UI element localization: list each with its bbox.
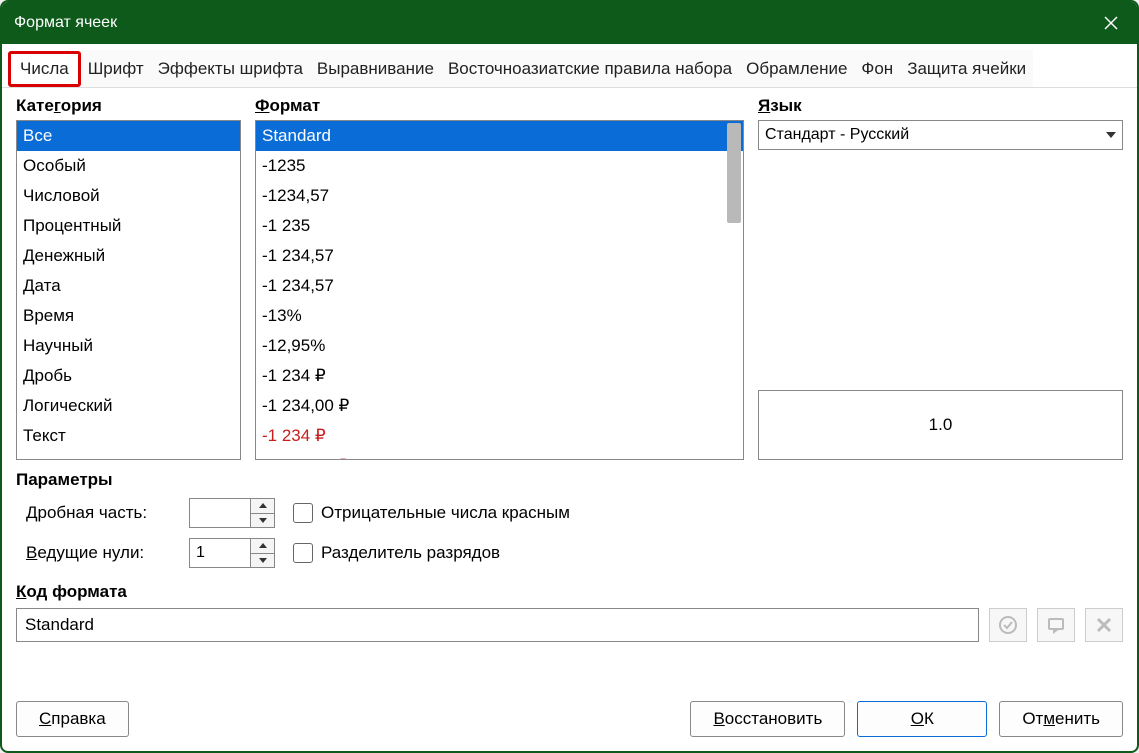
format-item[interactable]: -1235 [256,151,743,181]
leading-input[interactable] [190,539,250,567]
category-listbox[interactable]: ВсеОсобыйЧисловойПроцентныйДенежныйДатаВ… [16,120,241,460]
format-item[interactable]: -1 234,00 ₽ [256,391,743,421]
category-item[interactable]: Текст [17,421,240,451]
thousands-sep-option[interactable]: Разделитель разрядов [293,543,500,563]
titlebar-title: Формат ячеек [14,14,117,32]
category-label: Категория [16,96,241,116]
decimal-spinner[interactable] [189,498,275,528]
tab-3[interactable]: Выравнивание [310,50,441,87]
format-item[interactable]: -1 234,57 [256,271,743,301]
format-code-input[interactable] [16,608,979,642]
language-label: Язык [758,96,1123,116]
category-item[interactable]: Особый [17,151,240,181]
format-listbox[interactable]: Standard-1235-1234,57-1 235-1 234,57-1 2… [255,120,744,460]
tabs-bar: ЧислаШрифтЭффекты шрифтаВыравниваниеВост… [2,44,1137,88]
format-column: Формат Standard-1235-1234,57-1 235-1 234… [255,96,744,460]
leading-spinner[interactable] [189,538,275,568]
tab-5[interactable]: Обрамление [739,50,854,87]
format-item[interactable]: -1 234,57 [256,241,743,271]
format-item[interactable]: -1 234 ₽ [256,421,743,451]
category-item[interactable]: Денежный [17,241,240,271]
category-item[interactable]: Процентный [17,211,240,241]
negative-red-option[interactable]: Отрицательные числа красным [293,503,570,523]
format-item[interactable]: -1 234,00 ₽ [256,451,743,460]
titlebar: Формат ячеек [2,2,1137,44]
language-value: Стандарт - Русский [765,126,909,144]
chevron-down-icon [1106,132,1116,138]
tab-0[interactable]: Числа [8,51,81,87]
category-item[interactable]: Научный [17,331,240,361]
leading-down[interactable] [251,554,274,568]
format-cells-dialog: Формат ячеек ЧислаШрифтЭффекты шрифтаВыр… [0,0,1139,753]
x-icon [1095,616,1113,634]
format-code-row [16,608,1123,642]
format-item[interactable]: -12,95% [256,331,743,361]
negative-red-checkbox[interactable] [293,503,313,523]
preview-box: 1.0 [758,390,1123,460]
close-button[interactable] [1097,9,1125,37]
chevron-down-icon [259,558,267,563]
chevron-up-icon [259,543,267,548]
comment-icon [1046,615,1066,635]
reset-button[interactable]: Восстановить [690,701,845,737]
ok-button[interactable]: ОК [857,701,987,737]
category-item[interactable]: Числовой [17,181,240,211]
format-code-label: Код формата [16,582,1123,602]
tab-4[interactable]: Восточноазиатские правила набора [441,50,739,87]
scrollbar-thumb[interactable] [727,123,741,223]
dialog-body: Категория ВсеОсобыйЧисловойПроцентныйДен… [2,88,1137,687]
category-column: Категория ВсеОсобыйЧисловойПроцентныйДен… [16,96,241,460]
decimal-row: Дробная часть: Отрицательные числа красн… [26,498,1123,528]
category-item[interactable]: Логический [17,391,240,421]
chevron-up-icon [259,503,267,508]
category-item[interactable]: Все [17,121,240,151]
help-button[interactable]: Справка [16,701,129,737]
format-label: Формат [255,96,744,116]
format-item[interactable]: -1234,57 [256,181,743,211]
leading-up[interactable] [251,539,274,554]
dialog-footer: Справка Восстановить ОК Отменить [2,687,1137,751]
tab-2[interactable]: Эффекты шрифта [151,50,310,87]
language-select[interactable]: Стандарт - Русский [758,120,1123,150]
format-item[interactable]: -1 235 [256,211,743,241]
parameters-title: Параметры [16,470,1123,490]
category-item[interactable]: Время [17,301,240,331]
delete-code-button[interactable] [1085,608,1123,642]
format-item[interactable]: -1 234 ₽ [256,361,743,391]
decimal-input[interactable] [190,499,250,527]
tab-6[interactable]: Фон [854,50,900,87]
tab-7[interactable]: Защита ячейки [900,50,1033,87]
top-row: Категория ВсеОсобыйЧисловойПроцентныйДен… [16,96,1123,460]
category-item[interactable]: Дробь [17,361,240,391]
cancel-button[interactable]: Отменить [999,701,1123,737]
format-item[interactable]: -13% [256,301,743,331]
close-icon [1103,15,1119,31]
check-circle-icon [998,615,1018,635]
category-item[interactable]: Дата [17,271,240,301]
leading-label: Ведущие нули: [26,543,171,563]
decimal-up[interactable] [251,499,274,514]
decimal-down[interactable] [251,514,274,528]
tab-1[interactable]: Шрифт [81,50,151,87]
format-item[interactable]: Standard [256,121,743,151]
apply-code-button[interactable] [989,608,1027,642]
preview-value: 1.0 [929,415,953,435]
parameters-section: Параметры Дробная часть: Отрицательные ч… [16,470,1123,578]
leading-row: Ведущие нули: Разделитель разрядов [26,538,1123,568]
chevron-down-icon [259,518,267,523]
comment-button[interactable] [1037,608,1075,642]
decimal-label: Дробная часть: [26,503,171,523]
thousands-sep-checkbox[interactable] [293,543,313,563]
language-column: Язык Стандарт - Русский 1.0 [758,96,1123,460]
